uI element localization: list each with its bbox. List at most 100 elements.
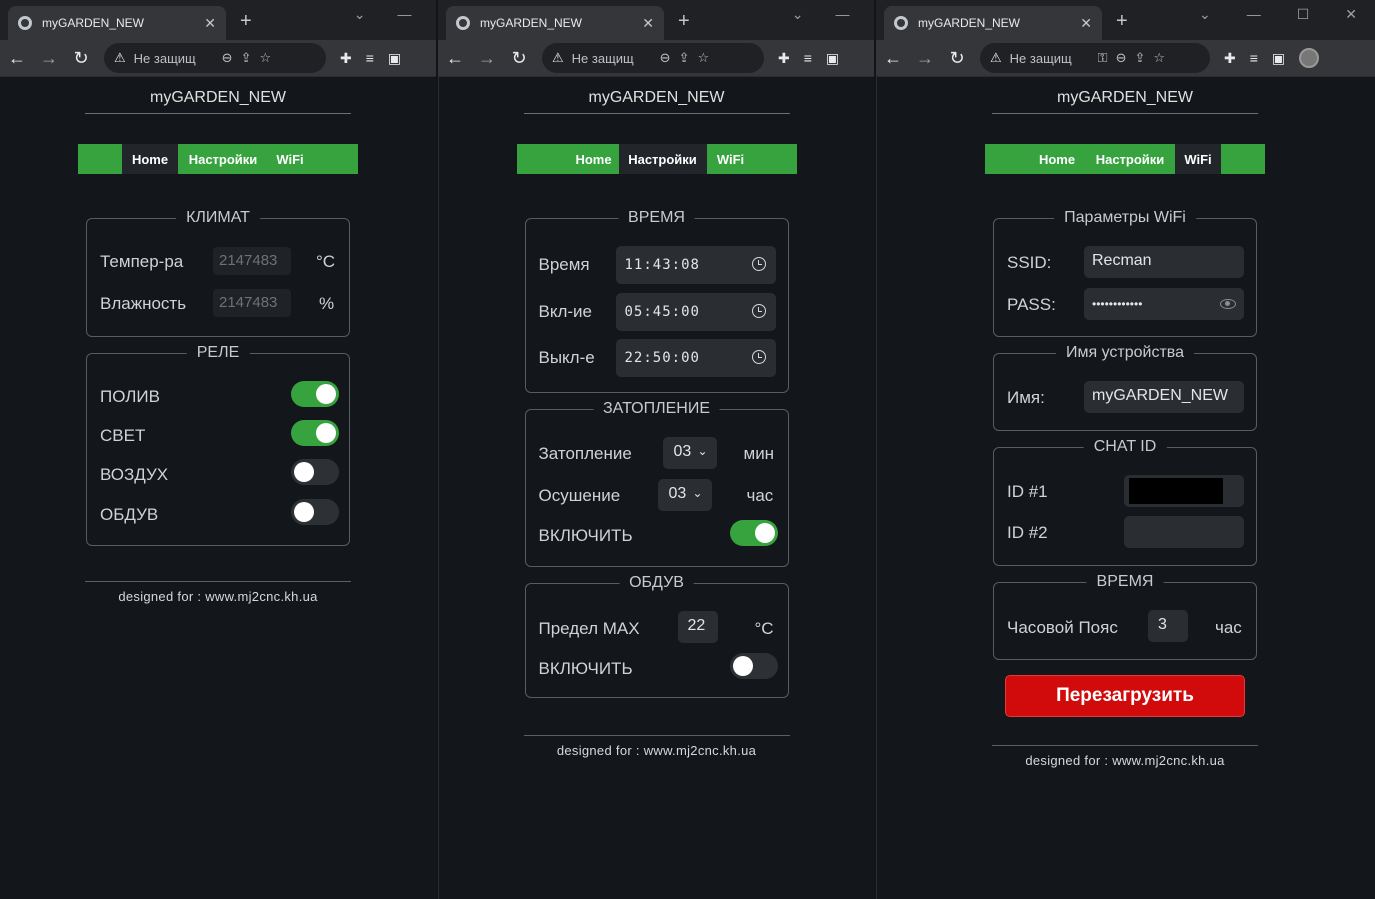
reload-icon[interactable]: ↻ — [948, 48, 966, 69]
reading-list-icon[interactable]: ≡ — [366, 50, 374, 66]
browser-tab[interactable]: myGARDEN_NEW ✕ — [8, 6, 226, 40]
tab-search-chevron-icon[interactable]: ⌄ — [792, 6, 804, 23]
profile-avatar[interactable] — [1299, 48, 1320, 68]
device-name-input[interactable]: myGARDEN_NEW — [1084, 381, 1244, 413]
bookmark-star-icon[interactable]: ☆ — [259, 50, 271, 66]
tz-input[interactable]: 3 — [1148, 610, 1188, 642]
zoom-icon[interactable]: ⊖ — [222, 50, 233, 66]
relay-toggle-watering[interactable] — [291, 381, 339, 407]
clock-icon[interactable] — [751, 304, 766, 318]
humidity-label: Влажность — [100, 294, 187, 313]
on-time-input[interactable]: 05:45:00 — [615, 293, 776, 331]
back-arrow-icon[interactable]: ← — [884, 48, 902, 69]
key-icon[interactable]: ⚿ — [1098, 50, 1108, 66]
nav-wifi[interactable]: WiFi — [707, 144, 755, 174]
security-text: Не защищ — [571, 50, 634, 66]
relay-toggle-air[interactable] — [291, 459, 339, 485]
eye-icon[interactable] — [1220, 299, 1236, 309]
reload-icon[interactable]: ↻ — [510, 48, 528, 69]
nav-wifi[interactable]: WiFi — [268, 144, 312, 174]
close-tab-icon[interactable]: ✕ — [642, 15, 654, 32]
browser-window-wifi: myGARDEN_NEW ✕ + ⌄ — ☐ ✕ ← → ↻ ⚠ Не защи… — [876, 0, 1375, 899]
address-bar[interactable]: ⚠ Не защищ ⊖ ⇪ ☆ — [104, 43, 326, 73]
security-text: Не защищ — [1009, 50, 1072, 66]
dry-duration-value: 03 — [668, 485, 687, 502]
zoom-icon[interactable]: ⊖ — [660, 50, 671, 66]
extensions-puzzle-icon[interactable]: ✚ — [778, 50, 790, 67]
address-bar[interactable]: ⚠ Не защищ ⚿ ⊖ ⇪ ☆ — [980, 43, 1210, 73]
close-tab-icon[interactable]: ✕ — [204, 15, 216, 32]
maximize-button[interactable]: ☐ — [1297, 6, 1310, 23]
reboot-button[interactable]: Перезагрузить — [1005, 675, 1245, 717]
minimize-button[interactable]: — — [397, 6, 411, 23]
back-arrow-icon[interactable]: ← — [446, 48, 464, 69]
browser-tab[interactable]: myGARDEN_NEW ✕ — [884, 6, 1102, 40]
relay-label-light: СВЕТ — [100, 426, 146, 445]
close-window-button[interactable]: ✕ — [1345, 6, 1357, 23]
reading-list-icon[interactable]: ≡ — [1250, 50, 1258, 66]
share-icon[interactable]: ⇪ — [241, 50, 252, 66]
ssid-input[interactable]: Recman — [1084, 246, 1244, 278]
tz-row: Часовой Пояс — [1007, 618, 1244, 638]
back-arrow-icon[interactable]: ← — [8, 48, 26, 69]
relay-toggle-blow[interactable] — [291, 499, 339, 525]
nav-wifi[interactable]: WiFi — [1175, 144, 1221, 174]
warning-icon: ⚠ — [990, 50, 1002, 65]
extensions-puzzle-icon[interactable]: ✚ — [1224, 50, 1236, 67]
relay-toggle-light[interactable] — [291, 420, 339, 446]
new-tab-button[interactable]: + — [240, 10, 252, 33]
forward-arrow-icon[interactable]: → — [40, 48, 58, 69]
nav-settings[interactable]: Настройки — [178, 144, 268, 174]
current-time-label: Время — [538, 255, 590, 274]
forward-arrow-icon[interactable]: → — [478, 48, 496, 69]
browser-tab[interactable]: myGARDEN_NEW ✕ — [446, 6, 664, 40]
clock-icon[interactable] — [751, 257, 766, 271]
minimize-button[interactable]: — — [1247, 6, 1261, 23]
forward-arrow-icon[interactable]: → — [916, 48, 934, 69]
password-input[interactable]: •••••••••••• — [1084, 288, 1244, 320]
browser-toolbar: ← → ↻ ⚠ Не защищ ⚿ ⊖ ⇪ ☆ ✚ ≡ ▣ — [876, 40, 1375, 77]
new-tab-button[interactable]: + — [1116, 10, 1128, 33]
blow-enable-toggle[interactable] — [729, 653, 778, 679]
side-panel-icon[interactable]: ▣ — [1272, 50, 1285, 67]
nav-home[interactable]: Home — [122, 144, 178, 174]
nav-home[interactable]: Home — [569, 144, 619, 174]
nav-settings[interactable]: Настройки — [1085, 144, 1175, 174]
current-time-input[interactable]: 11:43:08 — [615, 246, 776, 284]
bookmark-star-icon[interactable]: ☆ — [697, 50, 709, 66]
tab-strip: myGARDEN_NEW ✕ + ⌄ — ☐ — [438, 0, 874, 40]
blow-max-input[interactable]: 22 — [677, 611, 718, 643]
time-legend: ВРЕМЯ — [618, 209, 695, 227]
bookmark-star-icon[interactable]: ☆ — [1153, 50, 1165, 66]
reading-list-icon[interactable]: ≡ — [804, 50, 812, 66]
share-icon[interactable]: ⇪ — [679, 50, 690, 66]
nav-home[interactable]: Home — [1029, 144, 1085, 174]
off-time-input[interactable]: 22:50:00 — [615, 339, 776, 377]
side-panel-icon[interactable]: ▣ — [388, 50, 401, 67]
close-tab-icon[interactable]: ✕ — [1080, 15, 1092, 32]
tab-search-chevron-icon[interactable]: ⌄ — [1199, 6, 1211, 23]
dry-duration-select[interactable]: 03 ⌄ — [657, 479, 712, 511]
extensions-puzzle-icon[interactable]: ✚ — [340, 50, 352, 67]
humidity-unit: % — [319, 294, 335, 313]
flood-enable-label: ВКЛЮЧИТЬ — [538, 526, 633, 545]
side-panel-icon[interactable]: ▣ — [826, 50, 839, 67]
minimize-button[interactable]: — — [835, 6, 849, 23]
flood-unit: мин — [743, 444, 775, 463]
globe-icon — [894, 16, 908, 30]
nav-settings[interactable]: Настройки — [618, 144, 707, 174]
zoom-icon[interactable]: ⊖ — [1116, 50, 1127, 66]
tab-search-chevron-icon[interactable]: ⌄ — [354, 6, 366, 23]
flood-duration-select[interactable]: 03 ⌄ — [662, 437, 717, 469]
browser-window-home: myGARDEN_NEW ✕ + ⌄ — ☐ ← → ↻ ⚠ Не защищ … — [0, 0, 436, 899]
humidity-value: 2147483 — [213, 289, 291, 317]
address-bar[interactable]: ⚠ Не защищ ⊖ ⇪ ☆ — [542, 43, 764, 73]
flood-enable-toggle[interactable] — [729, 520, 778, 546]
chat-id1-input[interactable] — [1124, 475, 1244, 507]
clock-icon[interactable] — [751, 350, 766, 364]
chat-id2-input[interactable] — [1124, 516, 1244, 548]
new-tab-button[interactable]: + — [678, 10, 690, 33]
reload-icon[interactable]: ↻ — [72, 48, 90, 69]
climate-panel: КЛИМАТ Темпер-ра 2147483 °C Влажность 21… — [86, 209, 350, 337]
share-icon[interactable]: ⇪ — [1134, 50, 1145, 66]
